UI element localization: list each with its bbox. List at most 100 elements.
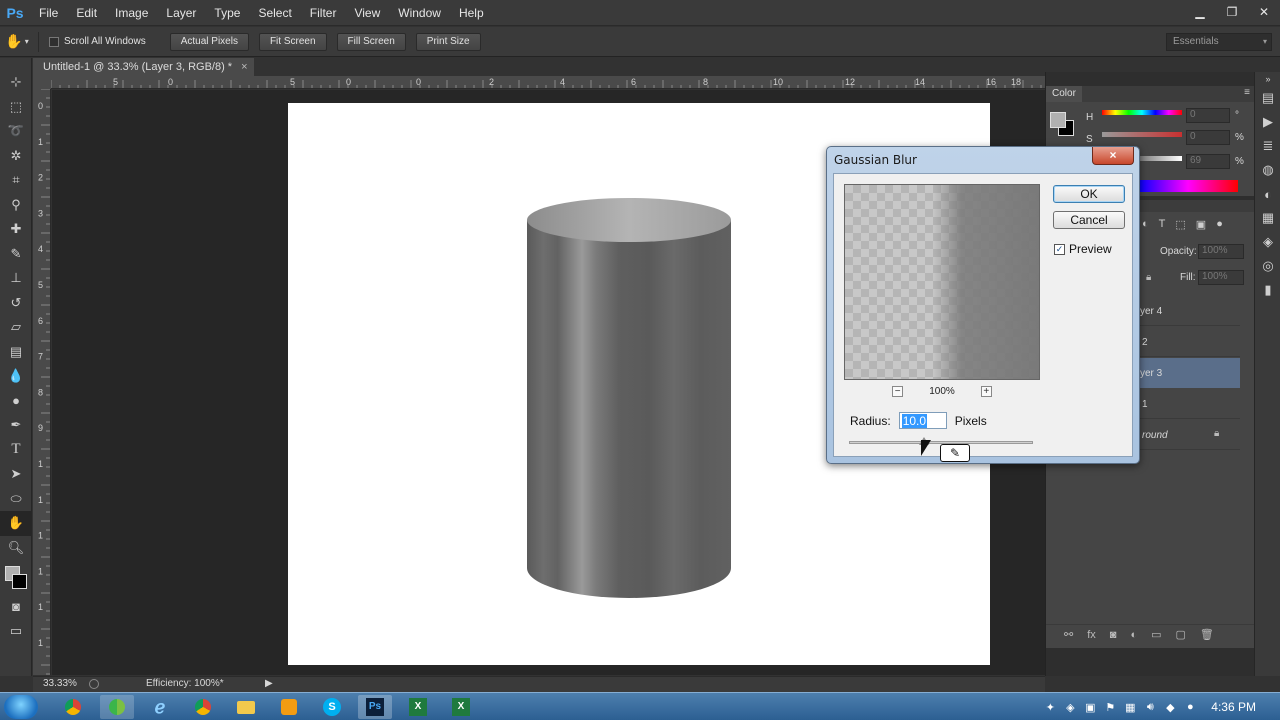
history-panel-icon[interactable]: ▤: [1255, 86, 1280, 110]
print-size-button[interactable]: Print Size: [415, 32, 481, 51]
tray-app-icon[interactable]: ◈: [1063, 700, 1077, 714]
adjustments-panel-icon[interactable]: ◐: [1255, 182, 1280, 206]
brush-tool-icon[interactable]: ✎: [0, 242, 32, 267]
quick-mask-icon[interactable]: ◙: [0, 594, 32, 619]
history-brush-tool-icon[interactable]: ↺: [0, 291, 32, 316]
menu-select[interactable]: Select: [249, 0, 300, 26]
restore-button[interactable]: ❐: [1216, 0, 1248, 24]
dock-collapse-icon[interactable]: »: [1255, 72, 1280, 86]
chrome-app-icon[interactable]: [186, 695, 220, 719]
media-player-icon[interactable]: [272, 695, 306, 719]
eyedropper-tool-icon[interactable]: ⚲: [0, 193, 32, 218]
styles-panel-icon[interactable]: ▦: [1255, 206, 1280, 230]
fill-screen-button[interactable]: Fill Screen: [336, 32, 406, 51]
fit-screen-button[interactable]: Fit Screen: [258, 32, 327, 51]
crop-tool-icon[interactable]: ⌗: [0, 168, 32, 193]
dodge-tool-icon[interactable]: ●: [0, 389, 32, 414]
scroll-all-checkbox-box[interactable]: [49, 36, 59, 47]
new-layer-icon[interactable]: ▢: [1176, 628, 1186, 641]
new-group-icon[interactable]: ▭: [1151, 628, 1161, 641]
saturation-slider[interactable]: [1102, 132, 1182, 137]
photoshop-taskbar-icon[interactable]: Ps: [358, 695, 392, 719]
dialog-close-button[interactable]: ×: [1092, 147, 1134, 165]
close-window-button[interactable]: ✕: [1248, 0, 1280, 24]
marquee-tool-icon[interactable]: ⬚: [0, 95, 32, 120]
clone-stamp-tool-icon[interactable]: ⊥: [0, 266, 32, 291]
menu-layer[interactable]: Layer: [157, 0, 205, 26]
menu-help[interactable]: Help: [450, 0, 493, 26]
layer-filter-icons[interactable]: ◐ T ⬚ ▣ ●: [1142, 218, 1223, 231]
menu-type[interactable]: Type: [205, 0, 249, 26]
eraser-tool-icon[interactable]: ▱: [0, 315, 32, 340]
menu-filter[interactable]: Filter: [301, 0, 346, 26]
fill-field[interactable]: 100%: [1198, 270, 1244, 285]
paths-panel-icon[interactable]: ▮: [1255, 278, 1280, 302]
menu-image[interactable]: Image: [106, 0, 157, 26]
panel-menu-icon[interactable]: ≡: [1244, 87, 1250, 98]
add-mask-icon[interactable]: ◙: [1110, 629, 1117, 641]
start-button[interactable]: [4, 695, 38, 719]
adjustment-filter-icon[interactable]: ◐: [1142, 218, 1149, 231]
pen-tool-icon[interactable]: ✒: [0, 413, 32, 438]
folder-icon[interactable]: [229, 695, 263, 719]
close-tab-icon[interactable]: ×: [241, 61, 247, 73]
zoom-tool-icon[interactable]: 🔍︎: [0, 536, 32, 561]
checkmark-icon[interactable]: ✓: [1054, 243, 1065, 255]
move-tool-icon[interactable]: ⊹: [0, 70, 32, 95]
blur-tool-icon[interactable]: 💧: [0, 364, 32, 389]
hue-value[interactable]: 0: [1186, 108, 1230, 123]
menu-edit[interactable]: Edit: [67, 0, 106, 26]
ellipse-tool-icon[interactable]: ⬭: [0, 487, 32, 512]
path-selection-tool-icon[interactable]: ➤: [0, 462, 32, 487]
status-menu-arrow-icon[interactable]: ▶: [265, 678, 273, 689]
fx-icon[interactable]: fx: [1087, 629, 1096, 641]
smart-object-filter-icon[interactable]: ▣: [1196, 218, 1206, 231]
lock-icon[interactable]: 🔒︎: [1146, 272, 1151, 283]
excel-icon[interactable]: X: [401, 695, 435, 719]
zoom-in-button[interactable]: +: [980, 385, 992, 397]
ok-button[interactable]: OK: [1053, 185, 1125, 203]
skype-icon[interactable]: S: [315, 695, 349, 719]
scroll-all-windows-checkbox[interactable]: Scroll All Windows: [49, 36, 146, 47]
adjustment-layer-icon[interactable]: ◐: [1130, 629, 1137, 641]
color-spectrum-ramp[interactable]: [1138, 180, 1238, 192]
chrome-app-icon[interactable]: [100, 695, 134, 719]
color-swatches[interactable]: [0, 564, 32, 594]
preview-checkbox[interactable]: ✓ Preview: [1054, 242, 1112, 256]
channels-panel-icon[interactable]: ◎: [1255, 254, 1280, 278]
screen-mode-icon[interactable]: ▭: [0, 619, 32, 644]
clock[interactable]: 4:36 PM: [1211, 700, 1256, 714]
chrome-app-icon[interactable]: [56, 695, 90, 719]
layers-panel-icon[interactable]: ◈: [1255, 230, 1280, 254]
type-filter-icon[interactable]: T: [1159, 218, 1166, 231]
internet-explorer-icon[interactable]: ℯ: [143, 695, 177, 719]
hue-slider[interactable]: [1102, 110, 1182, 115]
link-layers-icon[interactable]: ⚯: [1064, 628, 1073, 641]
cancel-button[interactable]: Cancel: [1053, 211, 1125, 229]
color-fg-swatch[interactable]: [1050, 112, 1066, 128]
actions-panel-icon[interactable]: ▶: [1255, 110, 1280, 134]
hand-tool-preset-icon[interactable]: ✋ ▾: [0, 27, 34, 57]
tray-app-icon[interactable]: ▣: [1083, 700, 1097, 714]
actual-pixels-button[interactable]: Actual Pixels: [169, 32, 249, 51]
swatches-panel-icon[interactable]: ◍: [1255, 158, 1280, 182]
properties-panel-icon[interactable]: ≣: [1255, 134, 1280, 158]
gradient-tool-icon[interactable]: ▤: [0, 340, 32, 365]
volume-icon[interactable]: 🔊︎: [1143, 700, 1157, 714]
tray-app-icon[interactable]: ✦: [1043, 700, 1057, 714]
tray-flag-icon[interactable]: ⚑: [1103, 700, 1117, 714]
security-icon[interactable]: ◆: [1163, 700, 1177, 714]
lasso-tool-icon[interactable]: ➰: [0, 119, 32, 144]
type-tool-icon[interactable]: T: [0, 438, 32, 463]
menu-file[interactable]: File: [30, 0, 67, 26]
network-icon[interactable]: ▦: [1123, 700, 1137, 714]
menu-window[interactable]: Window: [389, 0, 450, 26]
background-color-swatch[interactable]: [12, 574, 27, 589]
trash-icon[interactable]: 🗑︎: [1200, 628, 1214, 641]
opacity-field[interactable]: 100%: [1198, 244, 1244, 259]
blur-preview[interactable]: [844, 184, 1040, 380]
zoom-out-button[interactable]: −: [892, 385, 904, 397]
menu-view[interactable]: View: [345, 0, 389, 26]
hand-tool-icon[interactable]: ✋: [0, 511, 32, 536]
color-tab[interactable]: Color: [1046, 86, 1082, 102]
